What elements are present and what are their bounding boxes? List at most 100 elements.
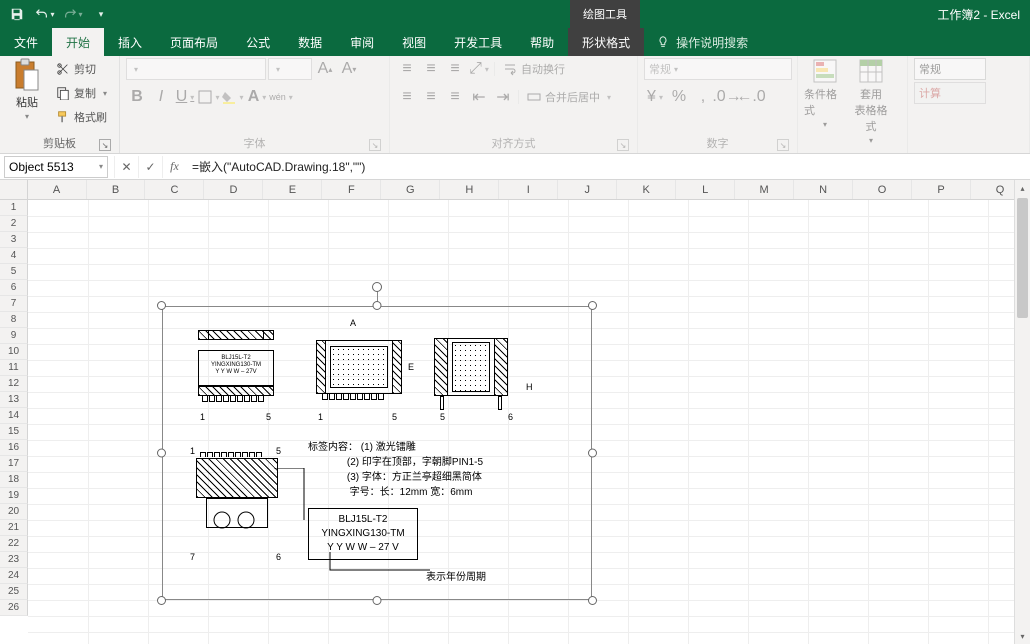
row-header-2[interactable]: 2 (0, 216, 28, 232)
format-painter-button[interactable]: 格式刷 (52, 106, 111, 128)
align-launcher[interactable]: ↘ (617, 139, 629, 151)
row-header-4[interactable]: 4 (0, 248, 28, 264)
col-header-F[interactable]: F (322, 180, 381, 199)
align-right-button[interactable]: ≡ (444, 86, 466, 108)
row-header-9[interactable]: 9 (0, 328, 28, 344)
italic-button[interactable]: I (150, 86, 172, 108)
row-header-3[interactable]: 3 (0, 232, 28, 248)
percent-button[interactable]: % (668, 86, 690, 108)
scroll-thumb[interactable] (1017, 198, 1028, 318)
tab-shape-format[interactable]: 形状格式 (568, 28, 644, 56)
col-header-K[interactable]: K (617, 180, 676, 199)
indent-increase-button[interactable]: ⇥ (492, 86, 514, 108)
align-middle-button[interactable]: ≡ (420, 58, 442, 80)
decrease-decimal-button[interactable]: ←.0 (740, 86, 762, 108)
tab-help[interactable]: 帮助 (516, 28, 568, 56)
merge-center-button[interactable]: 合并后居中 (523, 86, 615, 108)
col-header-N[interactable]: N (794, 180, 853, 199)
number-launcher[interactable]: ↘ (777, 139, 789, 151)
tab-view[interactable]: 视图 (388, 28, 440, 56)
number-format-combo[interactable]: 常规 (644, 58, 792, 80)
resize-handle-se[interactable] (588, 596, 597, 605)
redo-button[interactable]: ▾ (60, 2, 86, 26)
phonetic-button[interactable]: wén (270, 86, 292, 108)
rotation-handle[interactable] (372, 282, 382, 292)
increase-decimal-button[interactable]: .0→ (716, 86, 738, 108)
comma-button[interactable]: , (692, 86, 714, 108)
col-header-O[interactable]: O (853, 180, 912, 199)
col-header-C[interactable]: C (145, 180, 204, 199)
row-header-8[interactable]: 8 (0, 312, 28, 328)
format-as-table-button[interactable]: 套用 表格格式▾ (850, 58, 892, 145)
row-header-24[interactable]: 24 (0, 568, 28, 584)
align-left-button[interactable]: ≡ (396, 86, 418, 108)
col-header-A[interactable]: A (28, 180, 87, 199)
save-button[interactable] (4, 2, 30, 26)
cell-style-normal[interactable]: 常规 (914, 58, 986, 80)
borders-button[interactable] (198, 86, 220, 108)
col-header-P[interactable]: P (912, 180, 971, 199)
name-box[interactable]: Object 5513▾ (4, 156, 108, 178)
tab-file[interactable]: 文件 (0, 28, 52, 56)
shrink-font-button[interactable]: A▾ (338, 58, 360, 80)
resize-handle-nw[interactable] (157, 301, 166, 310)
col-header-L[interactable]: L (676, 180, 735, 199)
tab-formulas[interactable]: 公式 (232, 28, 284, 56)
row-header-13[interactable]: 13 (0, 392, 28, 408)
grow-font-button[interactable]: A▴ (314, 58, 336, 80)
row-header-23[interactable]: 23 (0, 552, 28, 568)
fill-color-button[interactable] (222, 86, 244, 108)
col-header-G[interactable]: G (381, 180, 440, 199)
cut-button[interactable]: 剪切 (52, 58, 111, 80)
row-header-20[interactable]: 20 (0, 504, 28, 520)
row-header-10[interactable]: 10 (0, 344, 28, 360)
row-header-1[interactable]: 1 (0, 200, 28, 216)
underline-button[interactable]: U (174, 86, 196, 108)
col-header-H[interactable]: H (440, 180, 499, 199)
copy-button[interactable]: 复制 (52, 82, 111, 104)
col-header-D[interactable]: D (204, 180, 263, 199)
tab-home[interactable]: 开始 (52, 28, 104, 56)
orientation-button[interactable]: ⤢ (468, 58, 490, 80)
conditional-format-button[interactable]: 条件格式▾ (804, 58, 846, 129)
resize-handle-w[interactable] (157, 449, 166, 458)
row-header-25[interactable]: 25 (0, 584, 28, 600)
font-launcher[interactable]: ↘ (369, 139, 381, 151)
row-header-7[interactable]: 7 (0, 296, 28, 312)
undo-button[interactable]: ▾ (32, 2, 58, 26)
col-header-E[interactable]: E (263, 180, 322, 199)
select-all-corner[interactable] (0, 180, 28, 199)
insert-function-button[interactable]: fx (162, 156, 186, 178)
col-header-B[interactable]: B (87, 180, 146, 199)
row-header-12[interactable]: 12 (0, 376, 28, 392)
row-header-26[interactable]: 26 (0, 600, 28, 616)
row-header-18[interactable]: 18 (0, 472, 28, 488)
vertical-scrollbar[interactable]: ▴ ▾ (1014, 180, 1030, 644)
row-header-16[interactable]: 16 (0, 440, 28, 456)
resize-handle-e[interactable] (588, 449, 597, 458)
col-header-M[interactable]: M (735, 180, 794, 199)
align-center-button[interactable]: ≡ (420, 86, 442, 108)
indent-decrease-button[interactable]: ⇤ (468, 86, 490, 108)
tab-data[interactable]: 数据 (284, 28, 336, 56)
row-header-6[interactable]: 6 (0, 280, 28, 296)
resize-handle-s[interactable] (373, 596, 382, 605)
wrap-text-button[interactable]: 自动换行 (499, 58, 569, 80)
col-header-J[interactable]: J (558, 180, 617, 199)
row-header-22[interactable]: 22 (0, 536, 28, 552)
paste-button[interactable]: 粘贴 ▾ (6, 58, 48, 121)
cell-style-calc[interactable]: 计算 (914, 82, 986, 104)
align-bottom-button[interactable]: ≡ (444, 58, 466, 80)
resize-handle-sw[interactable] (157, 596, 166, 605)
cancel-button[interactable]: ✕ (114, 156, 138, 178)
font-color-button[interactable]: A (246, 86, 268, 108)
tab-insert[interactable]: 插入 (104, 28, 156, 56)
row-header-14[interactable]: 14 (0, 408, 28, 424)
scroll-up-button[interactable]: ▴ (1015, 180, 1030, 196)
clipboard-launcher[interactable]: ↘ (99, 139, 111, 151)
row-header-21[interactable]: 21 (0, 520, 28, 536)
scroll-down-button[interactable]: ▾ (1015, 628, 1030, 644)
bold-button[interactable]: B (126, 86, 148, 108)
align-top-button[interactable]: ≡ (396, 58, 418, 80)
row-header-17[interactable]: 17 (0, 456, 28, 472)
